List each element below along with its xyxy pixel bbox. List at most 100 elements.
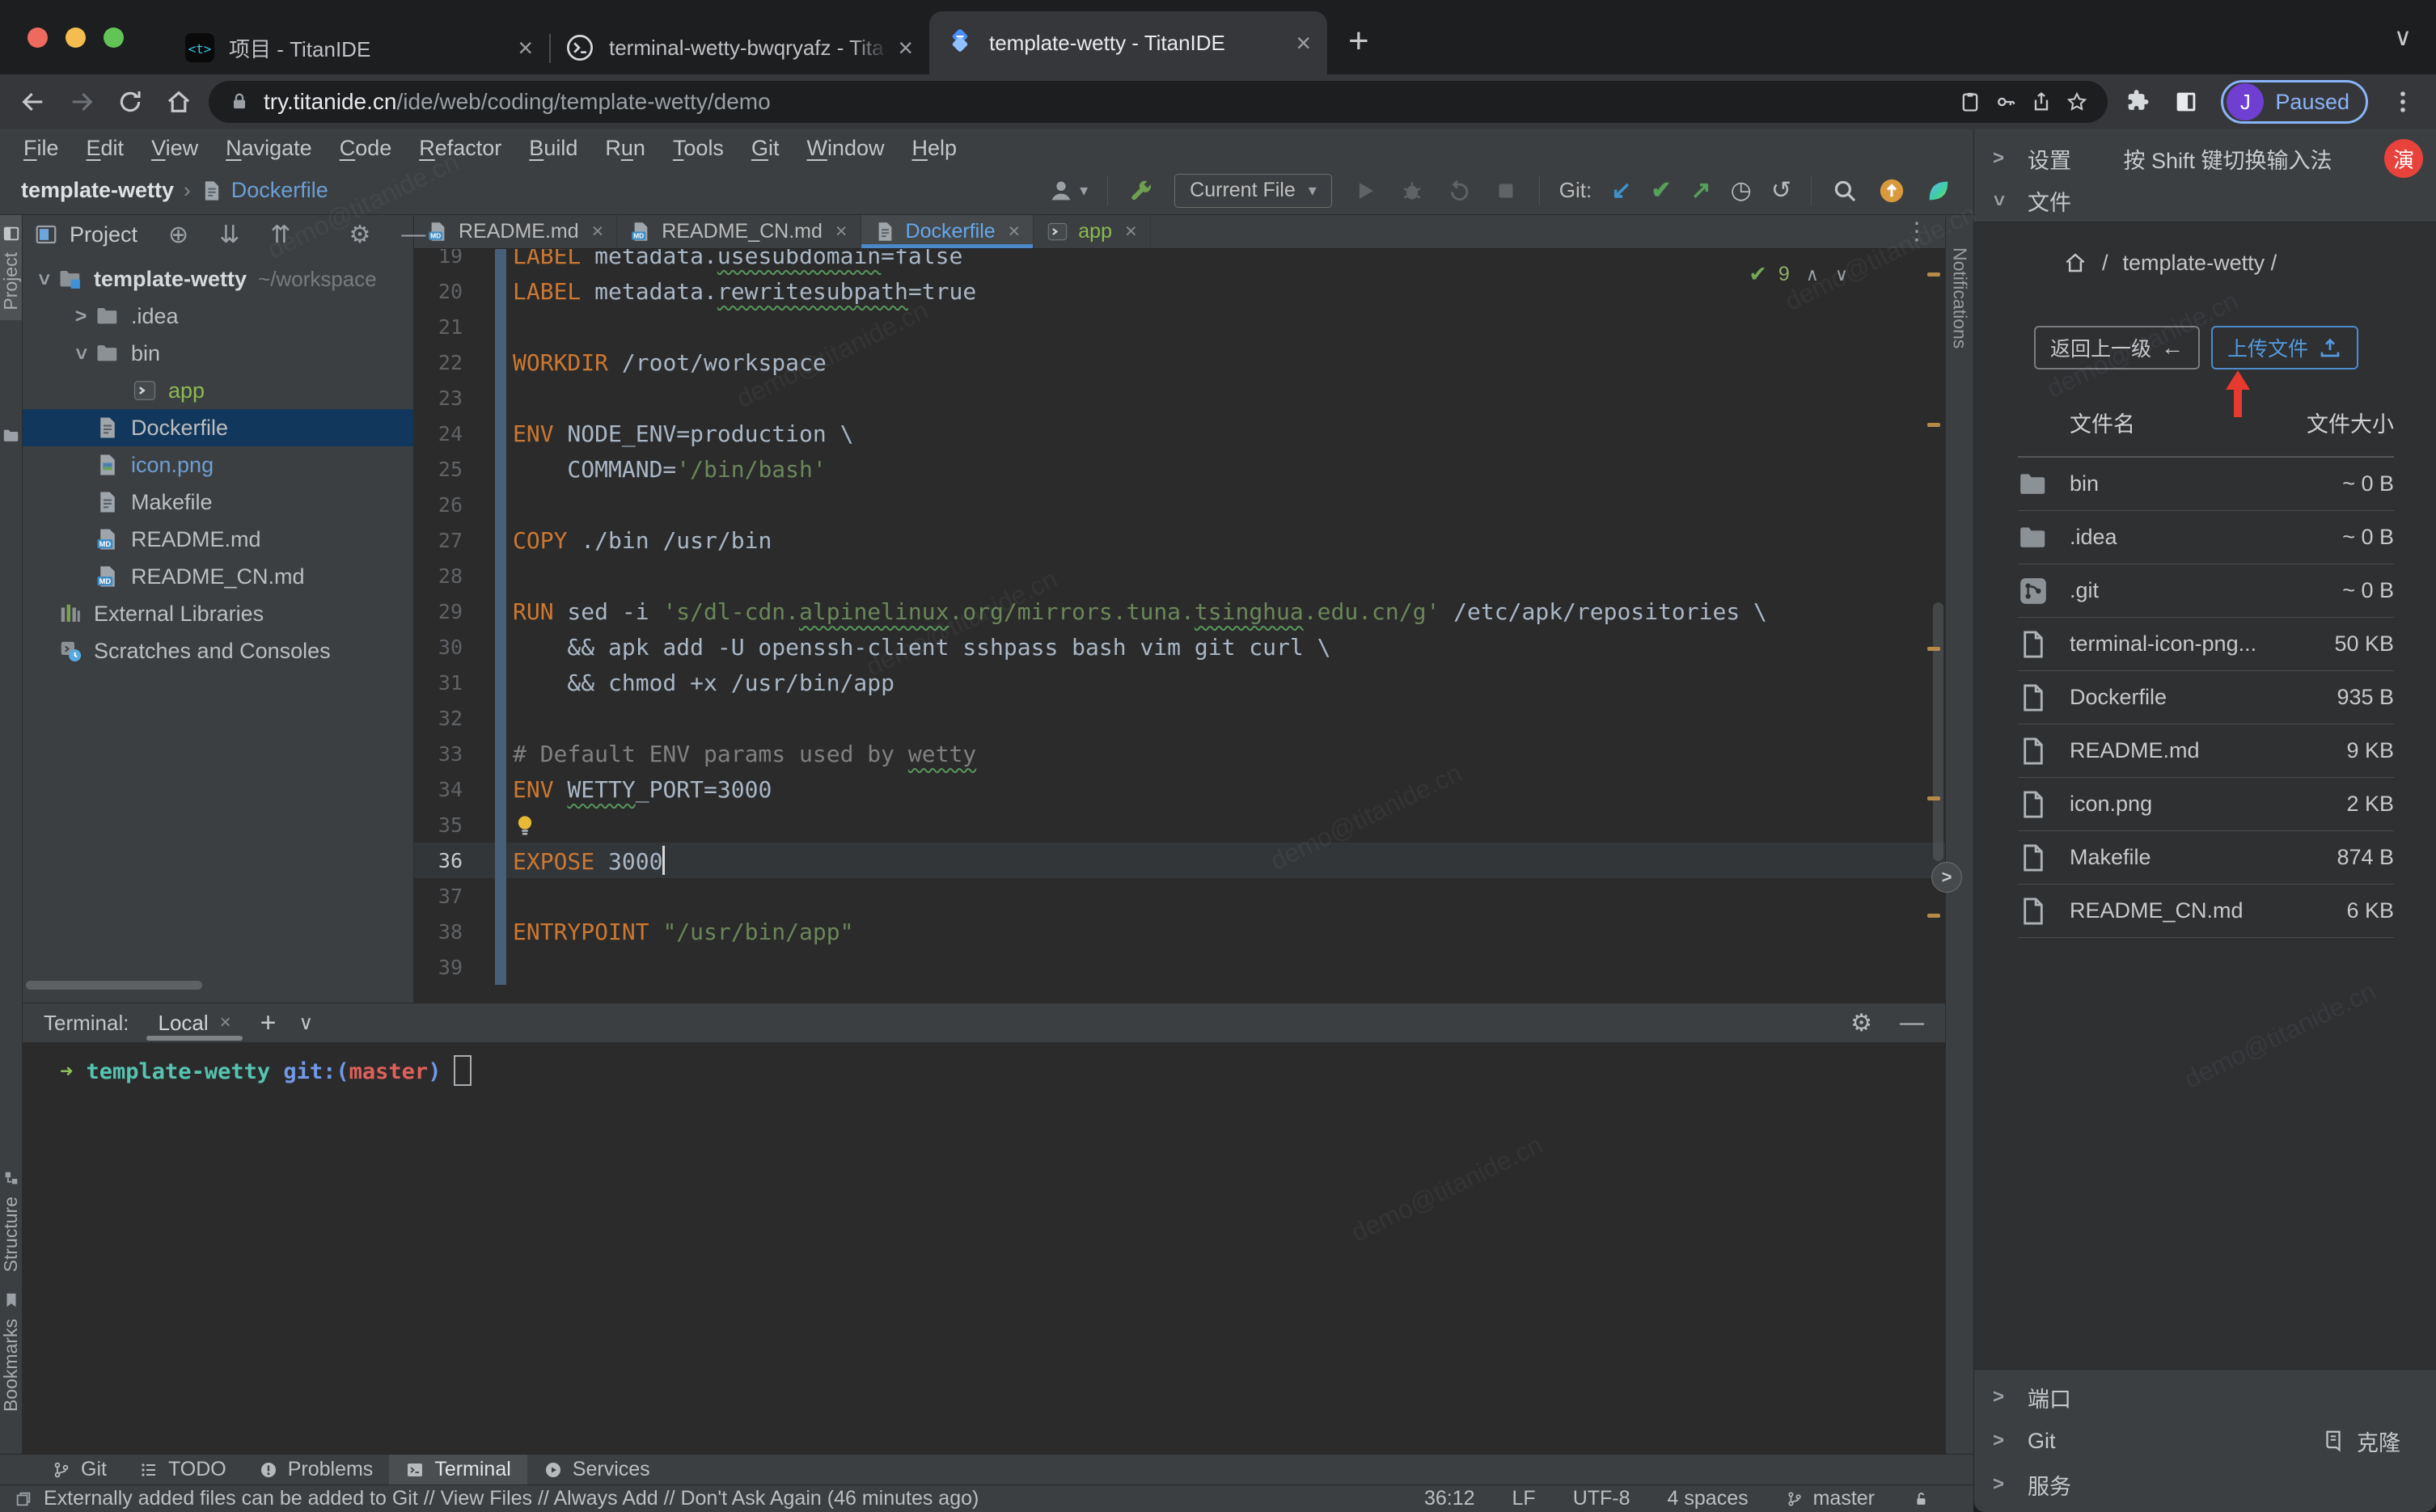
- code-line[interactable]: 27 COPY ./bin /usr/bin: [414, 522, 1945, 558]
- url-bar[interactable]: try.titanide.cn/ide/web/coding/template-…: [209, 81, 2108, 123]
- terminal-settings-gear-icon[interactable]: ⚙: [1850, 1009, 1872, 1037]
- toolwindow-terminal[interactable]: Terminal: [389, 1455, 527, 1485]
- rollback-icon[interactable]: ↺: [1771, 176, 1791, 205]
- run-configuration-dropdown[interactable]: Current File ▾: [1174, 173, 1332, 208]
- menu-build[interactable]: Build: [515, 136, 591, 161]
- tree-item[interactable]: > template-wetty ~/workspace: [23, 260, 413, 298]
- terminal-tab-local[interactable]: Local ×: [146, 1003, 243, 1042]
- breadcrumb-file[interactable]: Dockerfile: [231, 178, 328, 203]
- status-item[interactable]: 36:12: [1424, 1487, 1475, 1510]
- forward-icon[interactable]: [63, 83, 100, 120]
- git-push-icon[interactable]: ↗: [1691, 176, 1711, 205]
- stripe-folder-icon[interactable]: [0, 417, 22, 454]
- inspection-widget[interactable]: ✔ 9 ∧ ∨: [1749, 262, 1848, 287]
- tree-item[interactable]: >External Libraries: [23, 595, 413, 632]
- tree-expander-icon[interactable]: >: [32, 264, 56, 294]
- upload-file-button[interactable]: 上传文件: [2211, 326, 2359, 370]
- back-icon[interactable]: [15, 83, 52, 120]
- tab-close-icon[interactable]: ×: [518, 33, 533, 63]
- collapse-all-icon[interactable]: ⇈: [270, 221, 290, 249]
- tree-item[interactable]: >Dockerfile: [23, 409, 413, 446]
- tree-item[interactable]: > bin: [23, 335, 413, 372]
- terminal-minimize-icon[interactable]: —: [1900, 1009, 1924, 1037]
- code-line[interactable]: 33 # Default ENV params used by wetty: [414, 736, 1945, 771]
- menu-refactor[interactable]: Refactor: [405, 136, 515, 161]
- file-row[interactable]: README_CN.md 6 KB: [2018, 885, 2394, 938]
- menu-window[interactable]: Window: [793, 136, 898, 161]
- menu-code[interactable]: Code: [326, 136, 406, 161]
- browser-tab[interactable]: terminal-wetty-bwqryafz - Tita ×: [549, 21, 929, 74]
- expand-all-icon[interactable]: ⇊: [219, 221, 239, 249]
- menu-view[interactable]: View: [137, 136, 212, 161]
- file-manager-breadcrumb[interactable]: / template-wetty /: [1974, 245, 2436, 281]
- new-terminal-icon[interactable]: +: [260, 1007, 277, 1039]
- status-item[interactable]: 4 spaces: [1668, 1487, 1749, 1510]
- editor-tab[interactable]: MD README.md ×: [414, 215, 618, 248]
- extensions-puzzle-icon[interactable]: [2119, 83, 2156, 120]
- file-row[interactable]: .git ~ 0 B: [2018, 564, 2394, 618]
- menu-edit[interactable]: Edit: [73, 136, 138, 161]
- bookmark-star-icon[interactable]: [2066, 91, 2088, 113]
- tab-options-icon[interactable]: ⋮: [1888, 215, 1945, 248]
- code-editor[interactable]: 19 LABEL metadata.usesubdomain=false 20 LAB…: [414, 249, 1945, 1003]
- unlock-icon[interactable]: [1912, 1490, 1930, 1508]
- code-line[interactable]: 22 WORKDIR /root/workspace: [414, 344, 1945, 380]
- code-line[interactable]: 39: [414, 949, 1945, 985]
- terminal-tab-close-icon[interactable]: ×: [220, 1012, 231, 1034]
- code-line[interactable]: 21: [414, 309, 1945, 344]
- menu-file[interactable]: File: [10, 136, 73, 161]
- horizontal-scrollbar[interactable]: [26, 981, 202, 990]
- panel-section[interactable]: > Git 克隆: [1974, 1420, 2436, 1462]
- breadcrumb-project[interactable]: template-wetty: [21, 178, 174, 203]
- share-icon[interactable]: [2030, 91, 2053, 113]
- update-available-icon[interactable]: [1878, 177, 1905, 205]
- toolwindow-services[interactable]: Services: [527, 1455, 666, 1485]
- toolwindow-git[interactable]: Git: [36, 1455, 123, 1485]
- settings-section-row[interactable]: > 设置 按 Shift 键切换输入法 演: [1974, 137, 2436, 179]
- tab-close-icon[interactable]: ×: [898, 33, 913, 63]
- code-line[interactable]: 25 COMMAND='/bin/bash': [414, 451, 1945, 487]
- side-panel-icon[interactable]: [2167, 83, 2205, 120]
- tree-expander-icon[interactable]: >: [70, 339, 93, 368]
- file-row[interactable]: Dockerfile 935 B: [2018, 671, 2394, 724]
- git-commit-icon[interactable]: ✔: [1651, 176, 1671, 205]
- menu-git[interactable]: Git: [738, 136, 793, 161]
- code-line[interactable]: 26: [414, 487, 1945, 522]
- debug-icon[interactable]: [1398, 177, 1426, 205]
- panel-section[interactable]: > 端口: [1974, 1376, 2436, 1418]
- rerun-icon[interactable]: [1445, 177, 1473, 205]
- prev-problem-icon[interactable]: ∧: [1806, 264, 1819, 285]
- tab-close-icon[interactable]: ×: [835, 220, 848, 243]
- menu-tools[interactable]: Tools: [659, 136, 738, 161]
- profile-chip[interactable]: J Paused: [2221, 80, 2368, 124]
- minimize-window-button[interactable]: [66, 27, 86, 48]
- ide-theme-icon[interactable]: [1925, 177, 1952, 205]
- editor-tab[interactable]: app ×: [1034, 215, 1151, 248]
- file-row[interactable]: terminal-icon-png... 50 KB: [2018, 618, 2394, 671]
- code-line[interactable]: 30 && apk add -U openssh-client sshpass …: [414, 629, 1945, 665]
- panel-section[interactable]: > 服务: [1974, 1463, 2436, 1506]
- status-window-icon[interactable]: [15, 1490, 32, 1508]
- maximize-window-button[interactable]: [104, 27, 124, 48]
- panel-expander-button[interactable]: >: [1931, 862, 1962, 893]
- tool-window-project-button[interactable]: Project: [0, 215, 22, 320]
- code-line[interactable]: 32: [414, 700, 1945, 736]
- stop-icon[interactable]: [1492, 177, 1520, 205]
- editor-scrollbar[interactable]: [1933, 602, 1943, 861]
- next-problem-icon[interactable]: ∨: [1835, 264, 1848, 285]
- code-line[interactable]: 24 ENV NODE_ENV=production \: [414, 416, 1945, 451]
- menu-navigate[interactable]: Navigate: [212, 136, 326, 161]
- tree-item[interactable]: >icon.png: [23, 446, 413, 484]
- file-row[interactable]: icon.png 2 KB: [2018, 778, 2394, 831]
- tree-item[interactable]: >Scratches and Consoles: [23, 632, 413, 669]
- tab-search-chevron-icon[interactable]: ∨: [2394, 23, 2412, 52]
- tree-item[interactable]: > .idea: [23, 298, 413, 335]
- locate-file-icon[interactable]: ⊕: [168, 221, 188, 249]
- clone-button[interactable]: 克隆: [2321, 1425, 2400, 1457]
- code-line[interactable]: 29 RUN sed -i 's/dl-cdn.alpinelinux.org/m…: [414, 593, 1945, 629]
- go-up-button[interactable]: 返回上一级 ←: [2034, 326, 2201, 370]
- hide-panel-icon[interactable]: —: [401, 221, 425, 248]
- tree-item[interactable]: >Makefile: [23, 484, 413, 521]
- home-folder-icon[interactable]: [2063, 251, 2087, 275]
- tool-window-bookmarks-button[interactable]: Bookmarks: [0, 1282, 22, 1421]
